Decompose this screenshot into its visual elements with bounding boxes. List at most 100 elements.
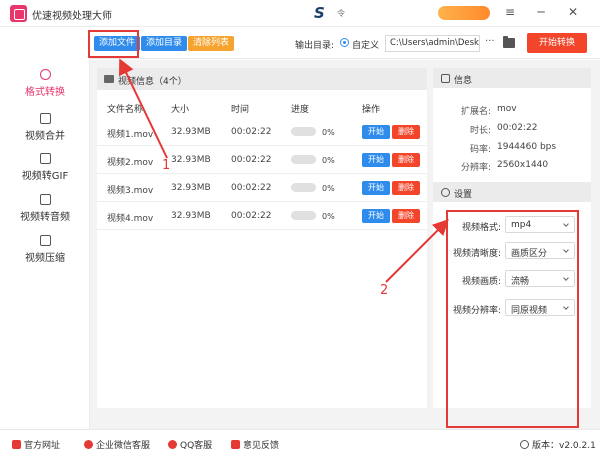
sidebar-item-format-convert[interactable]: 格式转换: [0, 69, 90, 98]
delete-button[interactable]: 删除: [392, 209, 420, 223]
sidebar-item-video-gif[interactable]: 视频转GIF: [0, 153, 90, 182]
column-header-actions: 操作: [362, 105, 381, 115]
start-button[interactable]: 开始: [362, 181, 390, 195]
annotation-label-2: 2: [380, 283, 389, 298]
file-name-cell: 视频1.mov: [107, 130, 154, 140]
minimize-icon[interactable]: ─: [534, 5, 548, 19]
clear-list-button[interactable]: 清除列表: [188, 36, 235, 51]
file-time-cell: 00:02:22: [231, 183, 272, 193]
custom-radio-label: 自定义: [352, 41, 380, 51]
start-button[interactable]: 开始: [362, 125, 390, 139]
file-name-cell: 视频2.mov: [107, 158, 154, 168]
add-directory-button[interactable]: 添加目录: [141, 36, 188, 51]
start-button[interactable]: 开始: [362, 209, 390, 223]
table-row: 视频4.mov 32.93MB 00:02:22 0% 开始 删除: [97, 202, 427, 230]
output-path-input[interactable]: C:\Users\admin\Deskto: [385, 35, 480, 52]
delete-button[interactable]: 删除: [392, 125, 420, 139]
wechat-support-link[interactable]: 企业微信客服: [84, 438, 150, 451]
start-button[interactable]: 开始: [362, 153, 390, 167]
close-icon[interactable]: ✕: [566, 5, 580, 19]
info-value: 1944460 bps: [497, 142, 557, 152]
gear-icon: [441, 188, 450, 197]
qq-support-link[interactable]: QQ客服: [168, 438, 212, 451]
info-key: 时长:: [469, 126, 491, 136]
file-size-cell: 32.93MB: [171, 211, 211, 221]
file-time-cell: 00:02:22: [231, 127, 272, 137]
compress-icon: [39, 235, 51, 246]
file-size-cell: 32.93MB: [171, 127, 211, 137]
feedback-label: 意见反馈: [243, 441, 280, 451]
version-label: 版本：v2.0.2.1: [532, 441, 596, 451]
file-size-cell: 32.93MB: [171, 183, 211, 193]
table-row: 视频1.mov 32.93MB 00:02:22 0% 开始 删除: [97, 118, 427, 146]
browse-more-button[interactable]: ···: [485, 36, 495, 47]
user-account-pill[interactable]: [438, 6, 490, 20]
info-value: 00:02:22: [497, 123, 538, 133]
progress-bar: [291, 183, 316, 192]
wechat-icon: [84, 440, 93, 449]
progress-percent: 0%: [322, 128, 335, 137]
file-time-cell: 00:02:22: [231, 211, 272, 221]
info-icon: [441, 74, 450, 83]
version-info: 版本：v2.0.2.1: [520, 438, 596, 451]
annotation-label-1: 1: [162, 158, 171, 173]
footer: 官方网址 企业微信客服 QQ客服 意见反馈 版本：v2.0.2.1: [0, 429, 600, 456]
table-row: 视频2.mov 32.93MB 00:02:22 0% 开始 删除: [97, 146, 427, 174]
website-label: 官方网址: [24, 441, 61, 451]
settings-section-header: 设置: [433, 182, 591, 202]
info-value: mov: [497, 104, 517, 114]
info-section-header: 信息: [433, 68, 591, 88]
progress-percent: 0%: [322, 184, 335, 193]
gif-icon: [39, 153, 51, 164]
info-key: 码率:: [469, 145, 491, 155]
progress-bar: [291, 211, 316, 220]
feedback-icon: [231, 440, 240, 449]
image-icon: [104, 75, 114, 83]
progress-percent: 0%: [322, 156, 335, 165]
audio-icon: [39, 194, 51, 205]
sidebar-item-label: 格式转换: [25, 87, 65, 98]
sidebar-item-video-compress[interactable]: 视频压缩: [0, 235, 90, 264]
sidebar-item-video-merge[interactable]: 视频合并: [0, 113, 90, 142]
delete-button[interactable]: 删除: [392, 181, 420, 195]
info-key: 扩展名:: [460, 107, 491, 117]
column-header-progress: 进度: [291, 105, 310, 115]
sidebar-item-video-audio[interactable]: 视频转音频: [0, 194, 90, 223]
column-header-size: 大小: [171, 105, 190, 115]
folder-icon[interactable]: [503, 36, 515, 48]
table-row: 视频3.mov 32.93MB 00:02:22 0% 开始 删除: [97, 174, 427, 202]
title-bar: 优速视频处理大师 S 令 ≡ ─ ✕: [0, 0, 600, 27]
app-title: 优速视频处理大师: [32, 11, 112, 22]
progress-percent: 0%: [322, 212, 335, 221]
sidebar: 格式转换 视频合并 视频转GIF 视频转音频 视频压缩: [0, 27, 90, 429]
video-list-header: 视频信息（4个）: [97, 68, 427, 90]
video-list-panel: 视频信息（4个） 文件名称 大小 时间 进度 操作 视频1.mov 32.93M…: [97, 68, 427, 408]
info-key: 分辨率:: [460, 163, 491, 173]
sidebar-item-label: 视频压缩: [25, 253, 65, 264]
qq-icon: [168, 440, 177, 449]
settings-title: 设置: [454, 190, 473, 200]
qq-label: QQ客服: [180, 441, 213, 451]
column-header-time: 时间: [231, 105, 250, 115]
website-link[interactable]: 官方网址: [12, 438, 60, 451]
info-title: 信息: [454, 76, 473, 86]
start-convert-button[interactable]: 开始转换: [527, 33, 587, 53]
output-dir-label: 输出目录:: [295, 41, 335, 51]
refresh-icon: [520, 440, 529, 449]
app-logo-icon: [10, 5, 27, 22]
sidebar-item-label: 视频合并: [25, 131, 65, 142]
file-name-cell: 视频4.mov: [107, 214, 154, 224]
info-value: 2560x1440: [497, 160, 549, 170]
menu-icon[interactable]: ≡: [503, 5, 517, 19]
sidebar-item-label: 视频转音频: [20, 212, 70, 223]
annotation-box-settings: [446, 210, 579, 428]
custom-radio[interactable]: [340, 38, 349, 47]
brand-sub-text: 令: [337, 9, 345, 18]
file-size-cell: 32.93MB: [171, 155, 211, 165]
format-convert-icon: [39, 69, 51, 80]
delete-button[interactable]: 删除: [392, 153, 420, 167]
video-list-title: 视频信息（4个）: [118, 77, 187, 87]
file-name-cell: 视频3.mov: [107, 186, 154, 196]
feedback-link[interactable]: 意见反馈: [231, 438, 279, 451]
sidebar-item-label: 视频转GIF: [21, 171, 69, 182]
